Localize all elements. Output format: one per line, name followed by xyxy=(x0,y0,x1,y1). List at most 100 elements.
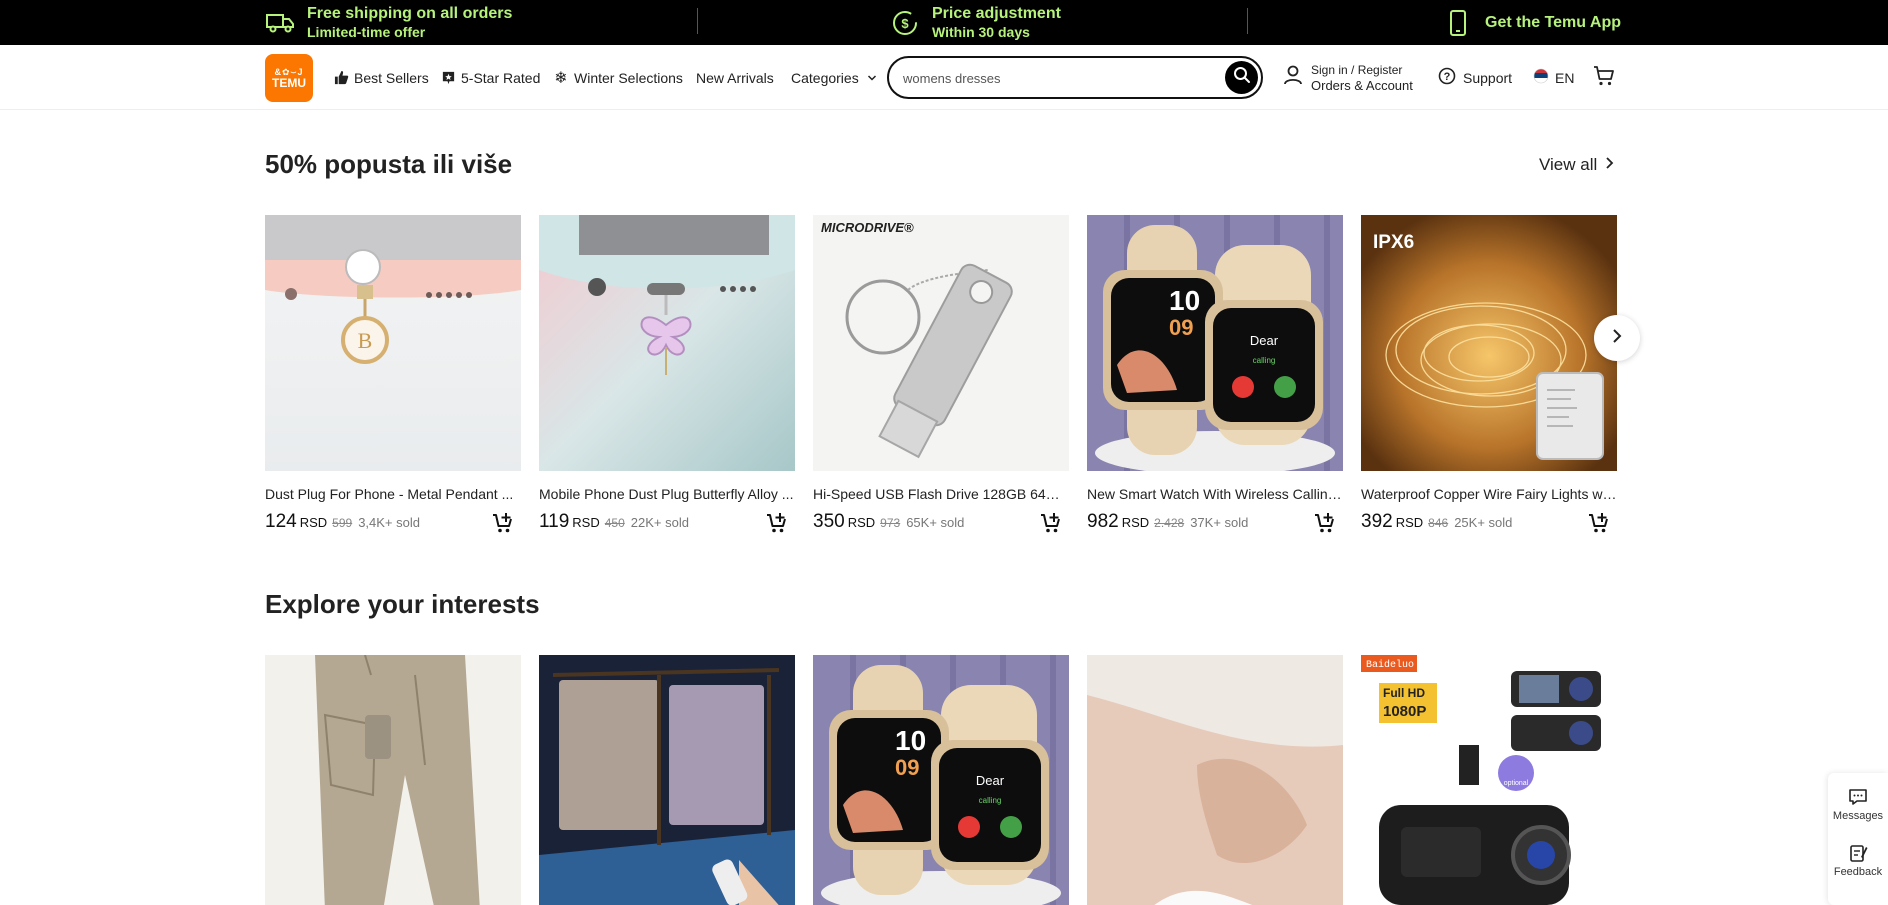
price-tag-icon: $ xyxy=(890,8,920,38)
feedback-label: Feedback xyxy=(1833,866,1883,878)
product-title[interactable]: Hi-Speed USB Flash Drive 128GB 64GB ... xyxy=(813,486,1069,502)
optional-label: optional xyxy=(1504,780,1529,787)
search-input[interactable] xyxy=(903,67,1203,89)
flag-icon xyxy=(1533,68,1549,87)
site-header: &✿⌣J TEMU Best Sellers 5-Star Rated ❄ Wi… xyxy=(0,45,1888,110)
search-icon xyxy=(1233,66,1251,89)
view-all-link[interactable]: View all xyxy=(1539,155,1614,175)
product-image-fairy-lights[interactable]: IPX6 xyxy=(1361,215,1617,471)
resolution-label: 1080P xyxy=(1383,703,1426,720)
product-image-curtain-lights[interactable] xyxy=(539,655,795,905)
product-title[interactable]: Mobile Phone Dust Plug Butterfly Alloy .… xyxy=(539,486,795,502)
product-title[interactable]: New Smart Watch With Wireless Calling... xyxy=(1087,486,1343,502)
watch-hour: 10 xyxy=(895,725,926,756)
shipping-subtitle: Limited-time offer xyxy=(307,23,426,40)
chevron-down-icon xyxy=(864,70,880,86)
add-to-cart-icon xyxy=(493,513,512,533)
interest-card[interactable] xyxy=(1087,655,1343,905)
product-price: 350 xyxy=(813,511,845,532)
nav-winter-label: Winter Selections xyxy=(574,69,683,86)
cart-button[interactable] xyxy=(1593,45,1615,110)
thumbs-up-icon xyxy=(333,70,349,86)
interest-card[interactable] xyxy=(265,655,521,905)
fullhd-label: Full HD xyxy=(1383,686,1425,700)
product-image-cargo-pants[interactable] xyxy=(265,655,521,905)
original-price: 2.428 xyxy=(1154,516,1185,530)
product-price: 392 xyxy=(1361,511,1393,532)
section-title-discount: 50% popusta ili više xyxy=(265,149,513,179)
ipx6-label: IPX6 xyxy=(1373,232,1414,253)
promo-divider xyxy=(1247,8,1248,34)
price-subtitle: Within 30 days xyxy=(932,23,1030,40)
sign-in-label: Sign in / Register xyxy=(1311,62,1403,77)
sold-count: 25K+ sold xyxy=(1454,515,1513,530)
support-label: Support xyxy=(1463,69,1513,86)
sold-count: 37K+ sold xyxy=(1190,515,1249,530)
add-to-cart-icon xyxy=(1589,513,1608,533)
currency: RSD xyxy=(847,515,876,530)
product-image-usb-drive[interactable]: MICRODRIVE® xyxy=(813,215,1069,471)
search-bar xyxy=(887,56,1263,99)
add-to-cart-button[interactable] xyxy=(1039,511,1065,535)
nav-new-arrivals[interactable]: New Arrivals xyxy=(696,45,774,110)
currency: RSD xyxy=(1395,515,1424,530)
product-price: 982 xyxy=(1087,511,1119,532)
add-to-cart-button[interactable] xyxy=(491,511,517,535)
product-title[interactable]: Waterproof Copper Wire Fairy Lights wi..… xyxy=(1361,486,1617,502)
account-menu[interactable]: Sign in / Register Orders & Account xyxy=(1283,45,1413,110)
interest-card[interactable]: 10 09 Dear calling xyxy=(813,655,1069,905)
watch-dear: Dear xyxy=(976,773,1005,788)
nav-categories[interactable]: Categories xyxy=(791,45,880,110)
price-row: 119 RSD 450 22K+ sold xyxy=(539,511,795,535)
free-shipping-promo[interactable]: Free shipping on all orders Limited-time… xyxy=(265,0,512,45)
add-to-cart-button[interactable] xyxy=(1313,511,1339,535)
product-image-smart-watch[interactable]: 10 09 Dear calling xyxy=(1087,215,1343,471)
product-image-dash-cam[interactable]: Baideluo Full HD 1080P optional xyxy=(1361,655,1617,905)
original-price: 973 xyxy=(880,516,901,530)
sold-count: 22K+ sold xyxy=(630,515,689,530)
phone-icon xyxy=(1443,8,1473,38)
price-row: 982 RSD 2.428 37K+ sold xyxy=(1087,511,1343,535)
product-image-smart-watch[interactable]: 10 09 Dear calling xyxy=(813,655,1069,905)
product-title[interactable]: Dust Plug For Phone - Metal Pendant ... xyxy=(265,486,521,502)
price-adjustment-promo[interactable]: $ Price adjustment Within 30 days xyxy=(890,0,1061,45)
product-price: 119 xyxy=(539,511,570,532)
add-to-cart-icon xyxy=(1041,513,1060,533)
add-to-cart-button[interactable] xyxy=(765,511,791,535)
product-image-phone-pendant[interactable]: B xyxy=(265,215,521,471)
sold-count: 3,4K+ sold xyxy=(358,515,420,530)
watch-minute: 09 xyxy=(1169,315,1193,340)
help-icon: ? xyxy=(1438,67,1456,88)
get-app-promo[interactable]: Get the Temu App xyxy=(1443,0,1621,45)
temu-logo[interactable]: &✿⌣J TEMU xyxy=(265,54,313,102)
product-image-skin-care[interactable] xyxy=(1087,655,1343,905)
add-to-cart-button[interactable] xyxy=(1587,511,1613,535)
add-to-cart-icon xyxy=(767,513,786,533)
logo-glyphs: &✿⌣J xyxy=(274,66,304,77)
nav-five-star[interactable]: 5-Star Rated xyxy=(440,45,540,110)
interest-card[interactable]: Baideluo Full HD 1080P optional xyxy=(1361,655,1617,905)
search-button[interactable] xyxy=(1225,61,1258,94)
price-row: 392 RSD 846 25K+ sold xyxy=(1361,511,1617,535)
support-link[interactable]: ? Support xyxy=(1438,45,1512,110)
original-price: 450 xyxy=(604,516,625,530)
messages-label: Messages xyxy=(1832,810,1884,822)
nav-winter-selections[interactable]: ❄ Winter Selections xyxy=(553,45,683,110)
promo-bar: Free shipping on all orders Limited-time… xyxy=(0,0,1888,45)
carousel-next-button[interactable] xyxy=(1594,315,1640,361)
feedback-button[interactable]: Feedback xyxy=(1828,843,1888,878)
price-row: 350 RSD 973 65K+ sold xyxy=(813,511,1069,535)
nav-categories-label: Categories xyxy=(791,69,859,86)
sold-count: 65K+ sold xyxy=(906,515,965,530)
watch-dear: Dear xyxy=(1250,333,1279,348)
nav-best-sellers[interactable]: Best Sellers xyxy=(333,45,429,110)
feedback-icon xyxy=(1848,843,1868,866)
product-image-butterfly-plug[interactable] xyxy=(539,215,795,471)
watch-hour: 10 xyxy=(1169,285,1200,316)
messages-button[interactable]: Messages xyxy=(1828,787,1888,822)
logo-text: TEMU xyxy=(272,75,306,90)
promo-divider xyxy=(697,8,698,34)
interest-card[interactable] xyxy=(539,655,795,905)
language-selector[interactable]: EN xyxy=(1533,45,1574,110)
original-price: 599 xyxy=(332,516,353,530)
